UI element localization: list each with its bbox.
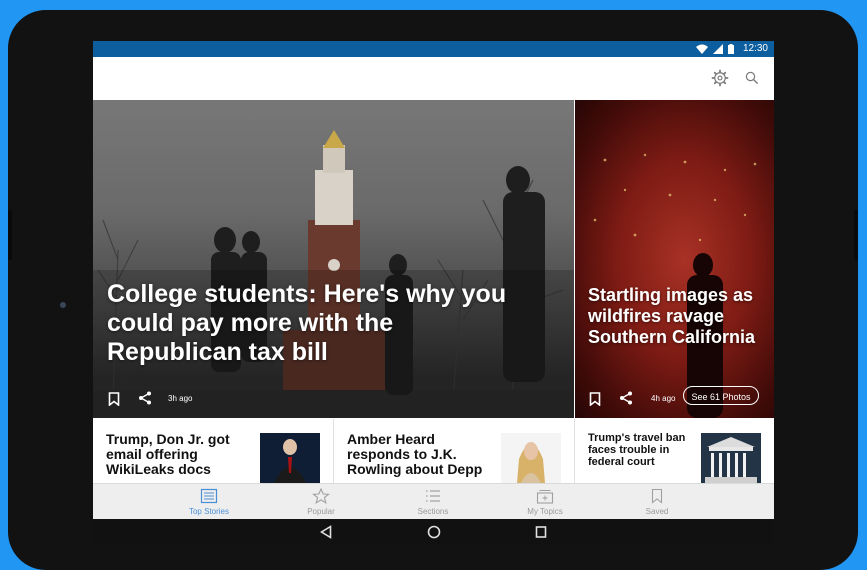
side-story[interactable]: Startling images as wildfires ravage Sou… xyxy=(575,100,774,418)
system-navigation xyxy=(93,519,774,545)
card-headline[interactable]: Trump's travel ban faces trouble in fede… xyxy=(588,432,698,468)
story-card[interactable]: Trump's travel ban faces trouble in fede… xyxy=(575,419,774,483)
battery-icon xyxy=(728,44,734,54)
recents-icon[interactable] xyxy=(535,525,547,539)
bookmark-icon[interactable] xyxy=(589,392,601,406)
card-thumbnail xyxy=(260,433,320,483)
signal-icon xyxy=(713,44,723,54)
status-bar: 12:30 xyxy=(93,41,774,57)
home-icon[interactable] xyxy=(427,525,441,539)
gear-icon[interactable] xyxy=(711,69,729,87)
nav-label: Saved xyxy=(645,507,669,516)
hero-story[interactable]: College students: Here's why you could p… xyxy=(93,100,574,418)
wifi-icon xyxy=(696,44,708,54)
share-icon[interactable] xyxy=(138,391,152,405)
app-toolbar xyxy=(93,57,774,101)
star-icon xyxy=(312,488,330,504)
volume-button xyxy=(8,210,12,260)
news-icon xyxy=(200,488,218,504)
card-headline[interactable]: Trump, Don Jr. got email offering WikiLe… xyxy=(106,432,246,477)
side-timestamp: 4h ago xyxy=(651,394,676,403)
card-headline[interactable]: Amber Heard responds to J.K. Rowling abo… xyxy=(347,432,492,477)
bookmark-icon xyxy=(651,488,663,504)
story-card[interactable]: Amber Heard responds to J.K. Rowling abo… xyxy=(334,419,574,483)
bottom-navigation: Top Stories Popular Sections My Topics S… xyxy=(93,483,774,520)
side-headline[interactable]: Startling images as wildfires ravage Sou… xyxy=(588,285,770,348)
share-icon[interactable] xyxy=(619,391,633,405)
hero-photo xyxy=(93,130,574,418)
see-photos-button[interactable]: See 61 Photos xyxy=(683,386,759,405)
topics-icon xyxy=(536,490,554,504)
front-camera xyxy=(60,302,66,308)
screen: 12:30 College students: Here's why you c… xyxy=(93,41,774,545)
story-card[interactable]: Trump, Don Jr. got email offering WikiLe… xyxy=(93,419,333,483)
power-button xyxy=(854,210,858,260)
card-thumbnail xyxy=(501,433,561,483)
wildfire-photo xyxy=(575,100,774,418)
status-time: 12:30 xyxy=(742,43,768,54)
hero-timestamp: 3h ago xyxy=(168,394,193,403)
card-thumbnail xyxy=(701,433,761,483)
bookmark-icon[interactable] xyxy=(108,392,120,406)
list-icon xyxy=(426,490,440,502)
hero-headline[interactable]: College students: Here's why you could p… xyxy=(107,280,507,367)
back-icon[interactable] xyxy=(320,525,332,539)
nav-saved[interactable]: Saved xyxy=(589,484,725,520)
search-icon[interactable] xyxy=(743,69,761,87)
